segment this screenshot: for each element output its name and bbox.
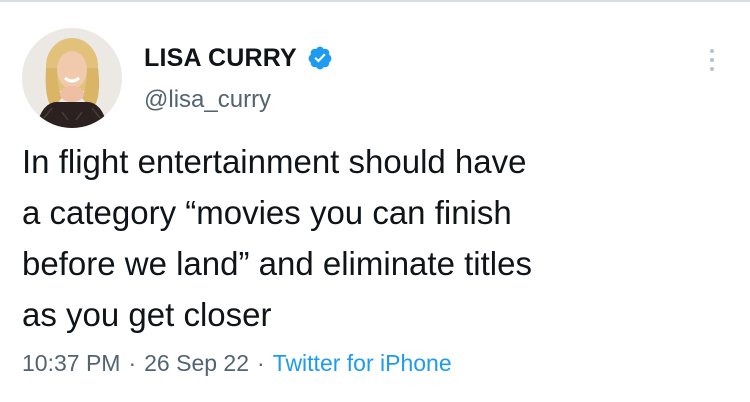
tweet-text: In flight entertainment should have a ca… xyxy=(22,143,532,333)
author-name-row: LISA CURRY xyxy=(144,42,333,74)
more-dot xyxy=(710,67,714,71)
tweet-card: LISA CURRY @lisa_curry In flight enterta… xyxy=(0,0,750,402)
avatar-photo xyxy=(22,28,122,128)
more-dot xyxy=(710,58,714,62)
more-options-icon[interactable] xyxy=(700,40,724,80)
meta-separator: · xyxy=(257,350,265,376)
author-handle[interactable]: @lisa_curry xyxy=(144,86,271,114)
meta-separator: · xyxy=(128,350,137,376)
tweet-date[interactable]: 26 Sep 22 xyxy=(144,350,249,376)
tweet-time[interactable]: 10:37 PM xyxy=(22,350,120,376)
more-dot xyxy=(710,49,714,53)
verified-badge-icon xyxy=(307,45,333,71)
author-display-name[interactable]: LISA CURRY xyxy=(144,44,297,73)
tweet-meta: 10:37 PM · 26 Sep 22 · Twitter for iPhone xyxy=(22,350,452,377)
tweet-source-link[interactable]: Twitter for iPhone xyxy=(273,350,452,376)
author-avatar[interactable] xyxy=(22,28,122,128)
